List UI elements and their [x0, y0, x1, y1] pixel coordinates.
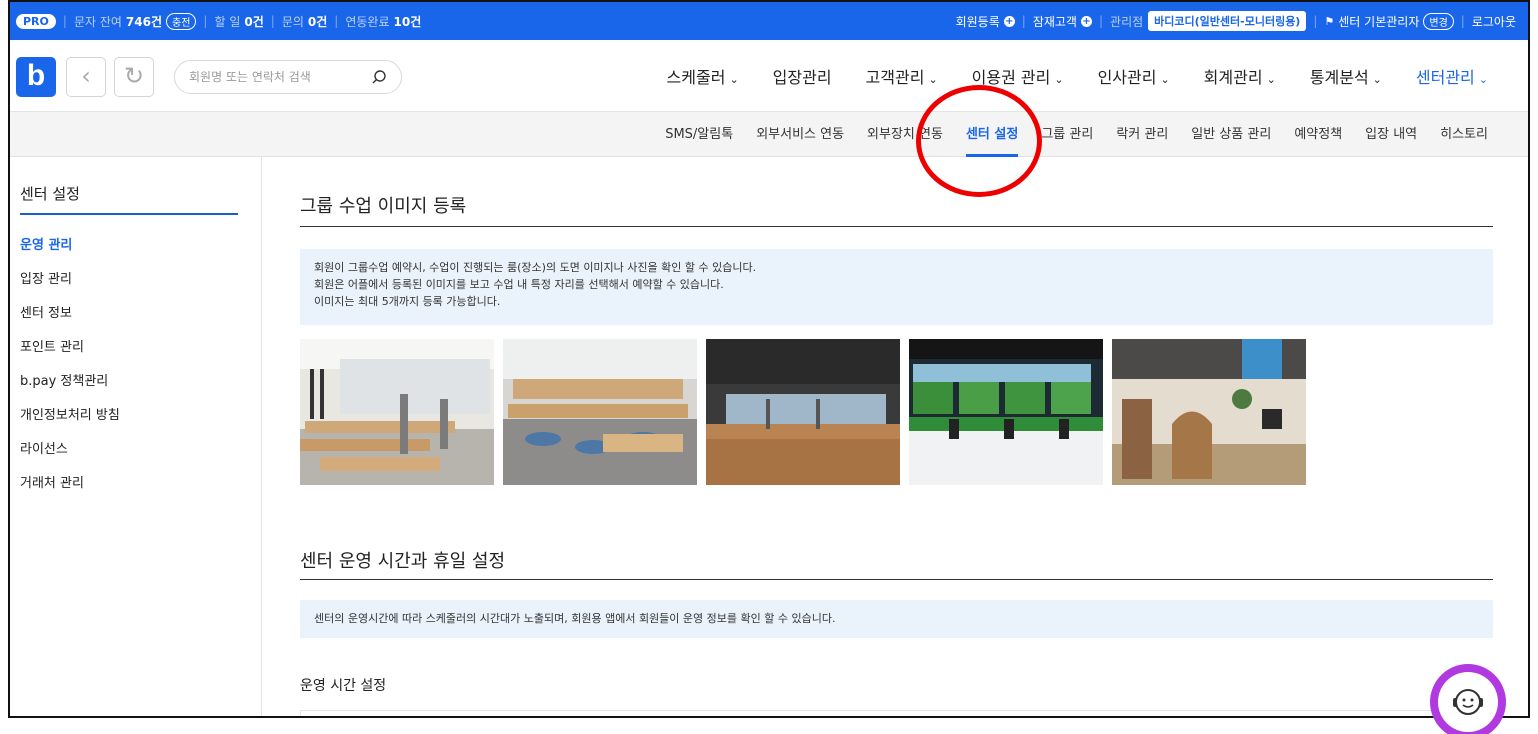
todo-label[interactable]: 할 일: [214, 13, 240, 30]
nav-accounting[interactable]: 회계관리 ⌄: [1204, 64, 1276, 88]
change-button[interactable]: 변경: [1423, 12, 1454, 30]
chevron-down-icon: ⌄: [1478, 73, 1488, 86]
image-gallery: [300, 339, 1315, 485]
branch-selector[interactable]: 바디코디(일반센터-모니터링용): [1148, 11, 1307, 31]
chevron-down-icon: ⌄: [1372, 73, 1382, 86]
operation-hours-panel: [300, 710, 1493, 716]
plus-circle-icon[interactable]: +: [1003, 15, 1015, 27]
sidebar-item-entrance[interactable]: 입장 관리: [20, 268, 120, 302]
linked-label[interactable]: 연동완료: [345, 13, 389, 30]
top-status-bar: PRO | 문자 잔여 746건 충전 | 할 일 0건 | 문의 0건 | 연…: [10, 2, 1528, 40]
chevron-down-icon: ⌄: [1266, 73, 1276, 86]
sidebar: 센터 설정 운영 관리 입장 관리 센터 정보 포인트 관리 b.pay 정책관…: [10, 157, 262, 716]
sidebar-item-operation[interactable]: 운영 관리: [20, 234, 120, 268]
top-right-actions: 회원등록 + | 잠재고객 + | 관리점 바디코디(일반센터-모니터링용) |…: [956, 2, 1516, 40]
refresh-icon: ↻: [123, 62, 145, 90]
sidebar-item-center-info[interactable]: 센터 정보: [20, 302, 120, 336]
app-window: PRO | 문자 잔여 746건 충전 | 할 일 0건 | 문의 0건 | 연…: [8, 0, 1530, 718]
tab-general-products[interactable]: 일반 상품 관리: [1191, 112, 1271, 157]
nav-stats[interactable]: 통계분석 ⌄: [1310, 64, 1382, 88]
chat-support-button[interactable]: [1430, 664, 1506, 734]
divider: [20, 213, 238, 215]
chevron-left-icon: ‹: [81, 62, 91, 90]
nav-center[interactable]: 센터관리 ⌄: [1416, 64, 1488, 88]
info-box-group-images: 회원이 그룹수업 예약시, 수업이 진행되는 룸(장소)의 도면 이미지나 사진…: [300, 249, 1493, 325]
sms-balance-value: 746건: [125, 14, 163, 29]
room-image[interactable]: [300, 339, 494, 485]
sidebar-title: 센터 설정: [20, 185, 80, 203]
tab-external-service[interactable]: 외부서비스 연동: [756, 112, 844, 157]
tab-external-device[interactable]: 외부장치 연동: [867, 112, 943, 157]
chevron-down-icon: ⌄: [928, 73, 938, 86]
tab-locker[interactable]: 락커 관리: [1116, 112, 1168, 157]
main-content: 그룹 수업 이미지 등록 회원이 그룹수업 예약시, 수업이 진행되는 룸(장소…: [262, 157, 1528, 716]
todo-value: 0건: [244, 14, 264, 29]
linked-value: 10건: [393, 14, 422, 29]
operation-hours-title: 운영 시간 설정: [300, 678, 387, 694]
room-image[interactable]: [909, 339, 1103, 485]
prospect-link[interactable]: 잠재고객: [1033, 13, 1077, 30]
sms-balance-label: 문자 잔여: [73, 14, 122, 29]
sidebar-item-points[interactable]: 포인트 관리: [20, 336, 120, 370]
section-title-hours: 센터 운영 시간과 휴일 설정: [300, 551, 506, 572]
search-input[interactable]: [189, 61, 359, 93]
nav-customer[interactable]: 고객관리 ⌄: [866, 64, 938, 88]
room-image[interactable]: [1112, 339, 1306, 485]
inquiry-value: 0건: [307, 14, 328, 29]
divider: [300, 226, 1493, 227]
back-button[interactable]: ‹: [66, 57, 106, 97]
nav-scheduler[interactable]: 스케줄러 ⌄: [667, 64, 739, 88]
logo[interactable]: b: [16, 57, 56, 97]
charge-button[interactable]: 충전: [166, 12, 197, 30]
nav-entrance[interactable]: 입장관리: [773, 64, 832, 88]
plus-circle-icon[interactable]: +: [1080, 15, 1092, 27]
logout-link[interactable]: 로그아웃: [1472, 13, 1516, 30]
info-box-hours: 센터의 운영시간에 따라 스케줄러의 시간대가 노출되며, 회원용 앱에서 회원…: [300, 600, 1493, 638]
tab-reservation-policy[interactable]: 예약정책: [1294, 112, 1342, 157]
inquiry-label[interactable]: 문의: [282, 13, 304, 30]
chevron-down-icon: ⌄: [1160, 73, 1170, 86]
sidebar-item-bpay[interactable]: b.pay 정책관리: [20, 370, 120, 404]
sidebar-item-privacy[interactable]: 개인정보처리 방침: [20, 404, 120, 438]
main-nav: 스케줄러 ⌄ 입장관리 고객관리 ⌄ 이용권 관리 ⌄ 인사관리 ⌄ 회계관리 ⌄ 통계분…: [633, 40, 1488, 112]
divider: [300, 579, 1493, 580]
manage-branch-label: 관리점: [1110, 14, 1144, 29]
tab-sms[interactable]: SMS/알림톡: [665, 112, 733, 157]
member-register-link[interactable]: 회원등록: [956, 13, 1000, 30]
tab-center-settings[interactable]: 센터 설정: [965, 112, 1019, 157]
flag-icon: ⚑: [1324, 14, 1335, 28]
refresh-button[interactable]: ↻: [114, 57, 154, 97]
search-icon[interactable]: [371, 69, 387, 85]
tab-history[interactable]: 히스토리: [1440, 112, 1488, 157]
member-search[interactable]: [174, 60, 402, 94]
nav-hr[interactable]: 인사관리 ⌄: [1098, 64, 1170, 88]
section-title-group-images: 그룹 수업 이미지 등록: [300, 196, 467, 217]
tab-group[interactable]: 그룹 관리: [1041, 112, 1093, 157]
sidebar-item-license[interactable]: 라이선스: [20, 438, 120, 472]
admin-name: 센터 기본관리자: [1338, 14, 1420, 29]
nav-pass[interactable]: 이용권 관리 ⌄: [972, 64, 1064, 88]
sidebar-item-vendors[interactable]: 거래처 관리: [20, 472, 120, 506]
room-image[interactable]: [706, 339, 900, 485]
room-image[interactable]: [503, 339, 697, 485]
tab-entrance-history[interactable]: 입장 내역: [1365, 112, 1417, 157]
sub-nav: SMS/알림톡 외부서비스 연동 외부장치 연동 센터 설정 그룹 관리 락커 …: [10, 112, 1528, 157]
main-header: b ‹ ↻ 스케줄러⌄ 입장관리 고객관리⌄ 이용권 관리⌄ 인사관리⌄ 회계관…: [10, 40, 1528, 112]
pro-badge: PRO: [16, 13, 56, 29]
chevron-down-icon: ⌄: [729, 73, 739, 86]
chevron-down-icon: ⌄: [1054, 73, 1064, 86]
headset-icon: [1438, 672, 1498, 732]
